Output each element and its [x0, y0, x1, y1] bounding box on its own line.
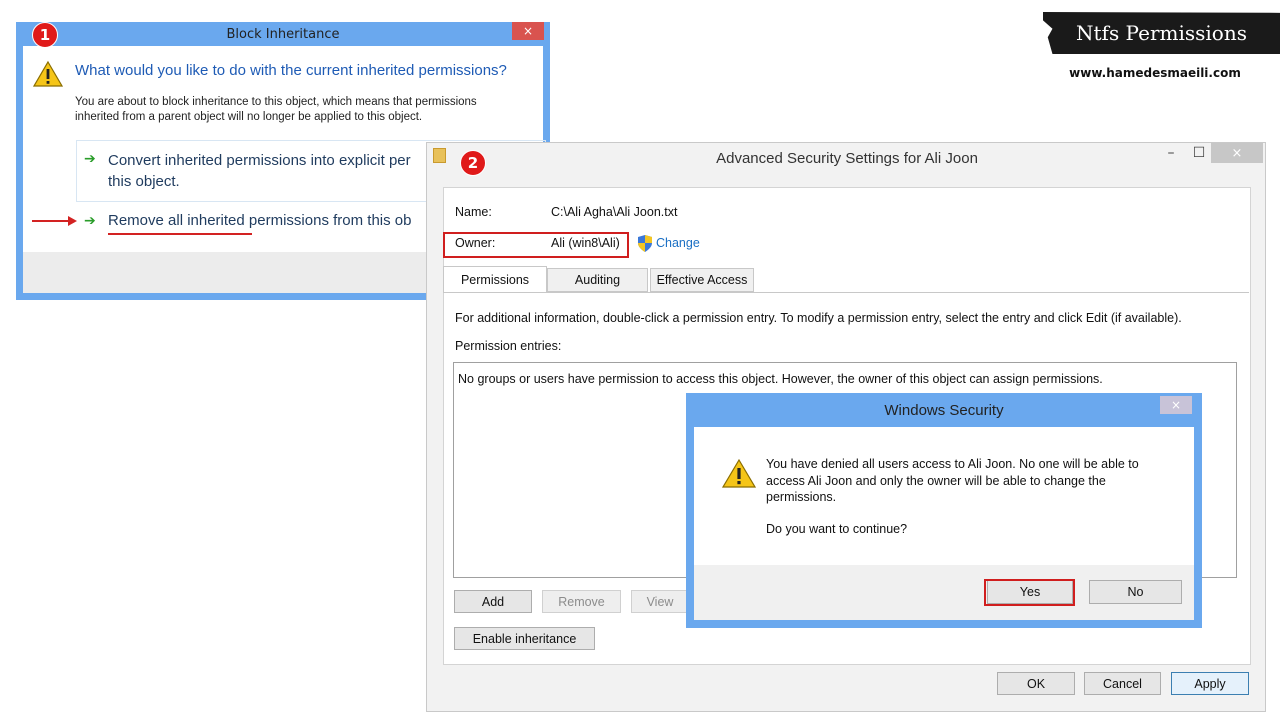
message-line: You have denied all users access to Ali … — [766, 457, 1139, 471]
red-arrow-icon — [32, 220, 70, 222]
cancel-button[interactable]: Cancel — [1084, 672, 1161, 695]
option-line: Convert inherited permissions into expli… — [108, 152, 411, 169]
option-line: this object. — [108, 173, 180, 190]
name-value: C:\Ali Agha\Ali Joon.txt — [551, 205, 678, 219]
green-arrow-icon: ➔ — [84, 213, 96, 229]
maximize-button[interactable]: ☐ — [1189, 143, 1209, 163]
description-line: You are about to block inheritance to th… — [75, 96, 477, 108]
security-message: You have denied all users access to Ali … — [766, 456, 1176, 506]
tab-permissions[interactable]: Permissions — [443, 266, 547, 293]
enable-inheritance-button[interactable]: Enable inheritance — [454, 627, 595, 650]
dialog-title: Block Inheritance — [226, 26, 340, 42]
uac-shield-icon — [638, 235, 652, 252]
tab-effective-access[interactable]: Effective Access — [650, 268, 754, 292]
tab-divider — [443, 292, 1249, 293]
entries-empty-text: No groups or users have permission to ac… — [458, 372, 1103, 386]
close-button[interactable]: × — [1211, 143, 1263, 163]
step-badge: 1 — [32, 22, 58, 48]
tab-auditing[interactable]: Auditing — [547, 268, 648, 292]
folder-icon — [433, 148, 446, 163]
message-line: access Ali Joon and only the owner will … — [766, 473, 1106, 488]
banner-title: Ntfs Permissions — [1043, 12, 1280, 54]
owner-highlight-box — [443, 232, 629, 258]
close-button[interactable]: × — [1160, 396, 1192, 414]
add-button[interactable]: Add — [454, 590, 532, 613]
warning-icon — [722, 458, 756, 488]
convert-option-label: Convert inherited permissions into expli… — [108, 150, 411, 192]
green-arrow-icon: ➔ — [84, 151, 96, 167]
window-title: Advanced Security Settings for Ali Joon — [716, 149, 978, 167]
dialog-title: Windows Security — [884, 401, 1004, 419]
continue-question: Do you want to continue? — [766, 522, 908, 536]
dialog-description: You are about to block inheritance to th… — [75, 95, 477, 125]
dialog-question: What would you like to do with the curre… — [75, 62, 507, 79]
name-label: Name: — [455, 205, 492, 219]
view-button[interactable]: View — [631, 590, 689, 613]
close-button[interactable]: × — [512, 22, 544, 40]
apply-button[interactable]: Apply — [1171, 672, 1249, 695]
website-label: www.hamedesmaeili.com — [1069, 66, 1241, 80]
step-badge: 2 — [460, 150, 486, 176]
minimize-button[interactable]: – — [1161, 143, 1181, 163]
remove-inherited-option[interactable]: Remove all inherited permissions from th… — [108, 212, 411, 229]
red-underline — [108, 233, 252, 235]
warning-icon — [33, 60, 63, 87]
permission-entries-label: Permission entries: — [455, 339, 562, 353]
message-line: permissions. — [766, 490, 837, 504]
yes-highlight-box — [984, 579, 1075, 606]
ok-button[interactable]: OK — [997, 672, 1075, 695]
red-arrow-head-icon — [68, 216, 77, 226]
option-underlined-text: Remove all inherited — [108, 212, 245, 229]
info-text: For additional information, double-click… — [455, 311, 1182, 325]
description-line: inherited from a parent object will no l… — [75, 111, 423, 123]
option-rest-text: permissions from this ob — [244, 212, 412, 229]
change-owner-link[interactable]: Change — [656, 236, 700, 250]
remove-button[interactable]: Remove — [542, 590, 621, 613]
no-button[interactable]: No — [1089, 580, 1182, 604]
